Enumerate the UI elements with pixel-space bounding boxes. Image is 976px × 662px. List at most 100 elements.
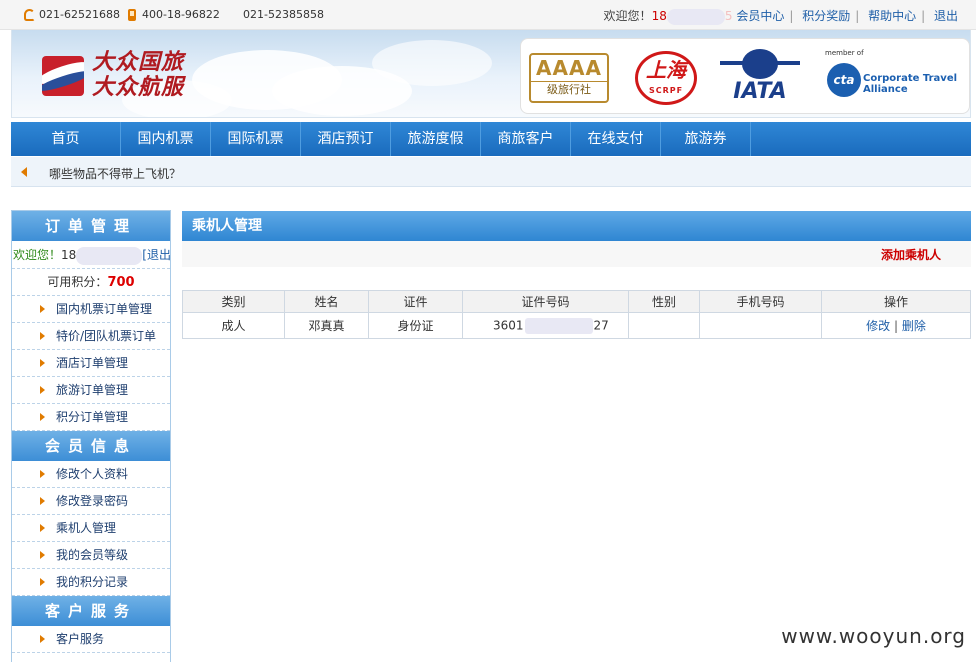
scrpf-text: SCRPF [648, 86, 684, 95]
welcome-text: 欢迎您！18 5 [603, 8, 733, 25]
main-nav: 首页 国内机票 国际机票 酒店预订 旅游度假 商旅客户 在线支付 旅游券 [11, 122, 971, 156]
sidebar-logout-link[interactable]: [退出] [142, 248, 170, 262]
hotline-2-number: 400-18-96822 [142, 8, 220, 21]
table-header-row: 类别 姓名 证件 证件号码 性别 手机号码 操作 [182, 290, 971, 313]
triangle-right-icon [40, 332, 45, 340]
points-value: 700 [107, 275, 135, 290]
sidebar-welcome: 欢迎您！18 [退出] [12, 241, 170, 269]
cta-line-2: Alliance [863, 84, 908, 95]
sidebar-item-points-orders[interactable]: 积分订单管理 [12, 404, 170, 431]
nav-travel-voucher[interactable]: 旅游券 [661, 122, 751, 156]
col-name: 姓名 [284, 290, 369, 313]
notice-bar: 哪些物品不得带上飞机？ [11, 157, 971, 187]
nav-business-clients[interactable]: 商旅客户 [481, 122, 571, 156]
triangle-right-icon [40, 578, 45, 586]
col-gender: 性别 [628, 290, 700, 313]
sidebar-item-label: 旅游订单管理 [56, 383, 129, 397]
triangle-right-icon [40, 359, 45, 367]
company-logo-icon[interactable] [42, 56, 84, 96]
cell-gender [628, 312, 700, 339]
available-points: 可用积分：700 [12, 269, 170, 296]
delete-passenger-link[interactable]: 删除 [902, 319, 926, 333]
sidebar-item-hotel-orders[interactable]: 酒店订单管理 [12, 350, 170, 377]
hotline-3: 021-52385858 [243, 8, 324, 21]
help-center-link[interactable]: 帮助中心 [868, 9, 916, 23]
member-info-heading: 会员信息 [12, 431, 170, 461]
iata-logo: IATA [717, 49, 803, 109]
sidebar-item-label: 修改个人资料 [56, 467, 129, 481]
member-center-link[interactable]: 会员中心 [736, 9, 784, 23]
customer-service-heading: 客户服务 [12, 596, 170, 626]
logout-link[interactable]: 退出 [934, 9, 958, 23]
divider: | [921, 9, 926, 23]
nav-home[interactable]: 首页 [11, 122, 121, 156]
col-actions: 操作 [821, 290, 971, 313]
cell-name: 邓真真 [284, 312, 369, 339]
sidebar: 订单管理 欢迎您！18 [退出] 可用积分：700 国内机票订单管理 特价/团队机… [11, 210, 171, 662]
cell-doc-number: 3601 27 [462, 312, 629, 339]
sidebar-welcome-label: 欢迎您！ [13, 248, 62, 262]
col-doc-type: 证件 [368, 290, 463, 313]
sidebar-item-label: 我的会员等级 [56, 548, 129, 562]
nav-domestic-flights[interactable]: 国内机票 [121, 122, 211, 156]
divider: | [855, 9, 860, 23]
sidebar-item-edit-profile[interactable]: 修改个人资料 [12, 461, 170, 488]
sidebar-username-prefix: 18 [61, 248, 77, 262]
top-links: 欢迎您！18 5 会员中心 | 积分奖励 | 帮助中心 | 退出 [604, 7, 958, 25]
divider: | [893, 319, 899, 333]
welcome-label: 欢迎您！ [603, 9, 652, 23]
hotline-2: 400-18-96822 [128, 8, 220, 21]
watermark: www.wooyun.org [781, 624, 966, 648]
triangle-right-icon [40, 413, 45, 421]
cell-actions: 修改 | 删除 [821, 312, 971, 339]
nav-hotel-booking[interactable]: 酒店预订 [301, 122, 391, 156]
logo-line-1: 大众国旅 [92, 49, 185, 75]
sidebar-item-tour-orders[interactable]: 旅游订单管理 [12, 377, 170, 404]
aaaa-subtitle: 级旅行社 [531, 81, 607, 98]
sidebar-item-customer-service[interactable]: 客户服务 [12, 626, 170, 653]
aaaa-title: AAAA [536, 56, 602, 80]
add-passenger-button[interactable]: 添加乘机人 [881, 246, 941, 263]
col-doc-number: 证件号码 [462, 290, 629, 313]
notice-link[interactable]: 哪些物品不得带上飞机？ [49, 165, 181, 182]
edit-passenger-link[interactable]: 修改 [866, 319, 890, 333]
arrow-left-icon[interactable] [21, 167, 27, 177]
nav-online-payment[interactable]: 在线支付 [571, 122, 661, 156]
username-suffix: 5 [724, 9, 733, 23]
sidebar-item-domestic-orders[interactable]: 国内机票订单管理 [12, 296, 170, 323]
username-prefix: 18 [651, 9, 667, 23]
nav-international-flights[interactable]: 国际机票 [211, 122, 301, 156]
sidebar-item-passenger-management[interactable]: 乘机人管理 [12, 515, 170, 542]
sidebar-item-points-history[interactable]: 我的积分记录 [12, 569, 170, 596]
sidebar-item-label: 乘机人管理 [56, 521, 117, 535]
id-prefix: 3601 [493, 318, 524, 332]
points-reward-link[interactable]: 积分奖励 [802, 9, 850, 23]
triangle-right-icon [40, 524, 45, 532]
page-title: 乘机人管理 [182, 211, 971, 241]
sidebar-item-member-level[interactable]: 我的会员等级 [12, 542, 170, 569]
nav-vacation[interactable]: 旅游度假 [391, 122, 481, 156]
aaaa-agency-badge: AAAA 级旅行社 [529, 53, 609, 103]
sidebar-item-change-password[interactable]: 修改登录密码 [12, 488, 170, 515]
table-row: 成人 邓真真 身份证 3601 27 修改 | 删除 [182, 312, 971, 339]
col-mobile: 手机号码 [699, 290, 822, 313]
divider: | [789, 9, 794, 23]
id-suffix: 27 [593, 318, 609, 332]
redacted-id [524, 317, 593, 334]
cta-member-text: member of [825, 49, 864, 57]
triangle-right-icon [40, 551, 45, 559]
phone-icon [24, 9, 35, 21]
sidebar-item-group-orders[interactable]: 特价/团队机票订单 [12, 323, 170, 350]
hotline-1-number: 021-62521688 [39, 8, 120, 21]
triangle-right-icon [40, 497, 45, 505]
sidebar-item-label: 积分订单管理 [56, 410, 129, 424]
action-bar: 添加乘机人 [182, 241, 971, 267]
sidebar-item-label: 酒店订单管理 [56, 356, 129, 370]
company-logo-text[interactable]: 大众国旅 大众航服 [92, 50, 184, 100]
triangle-right-icon [40, 386, 45, 394]
cta-line-1: Corporate Travel [863, 73, 958, 84]
sidebar-item-label: 国内机票订单管理 [56, 302, 153, 316]
cta-name: Corporate Travel Alliance [863, 73, 957, 95]
sidebar-item-label: 修改登录密码 [56, 494, 129, 508]
cloud [372, 40, 492, 86]
